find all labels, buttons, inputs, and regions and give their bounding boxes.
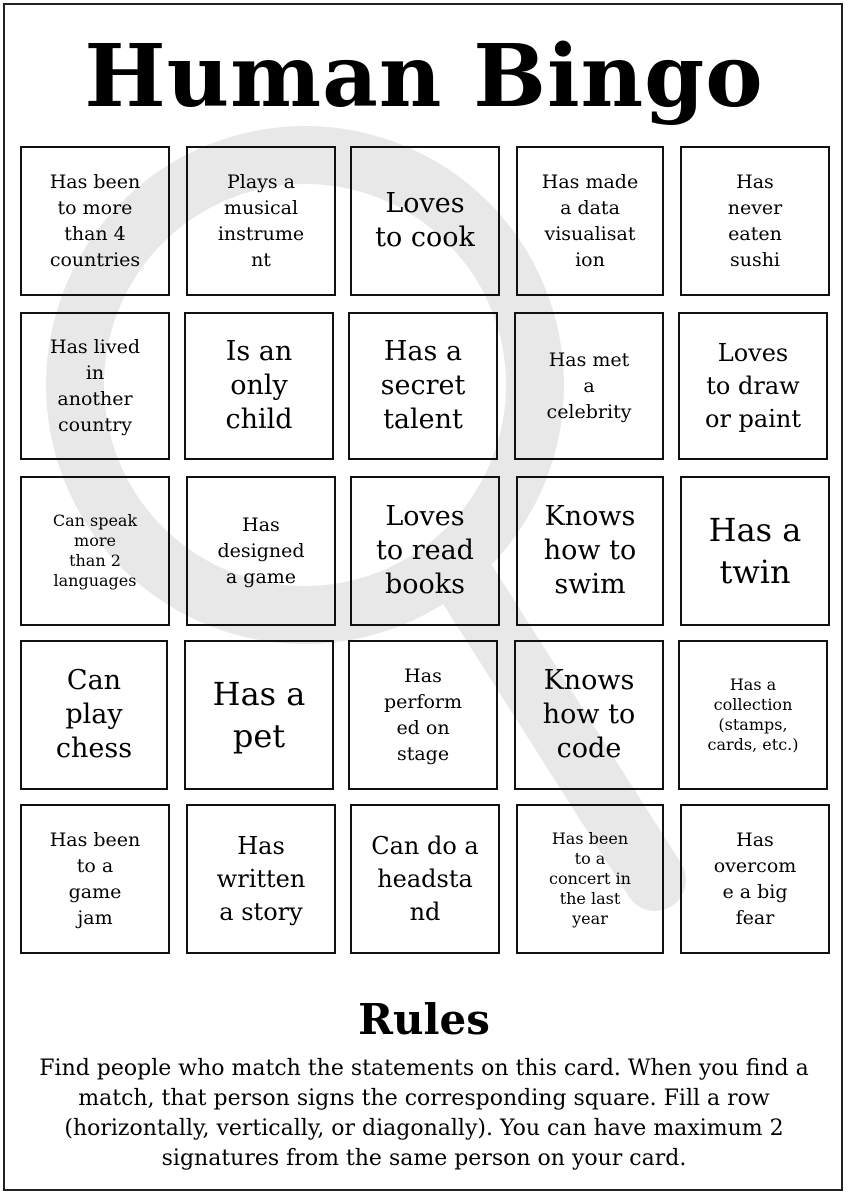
bingo-square[interactable]: Plays a musical instrume nt [186, 146, 336, 296]
bingo-square[interactable]: Has a twin [680, 476, 830, 626]
bingo-square[interactable]: Knows how to swim [516, 476, 664, 626]
bingo-square[interactable]: Has designed a game [186, 476, 336, 626]
bingo-square-label: Plays a musical instrume nt [217, 171, 305, 271]
bingo-square[interactable]: Has been to a game jam [20, 804, 170, 954]
bingo-square-label: Knows how to code [542, 665, 636, 764]
bingo-square-label: Has been to a concert in the last year [549, 829, 631, 928]
bingo-square-label: Loves to draw or paint [705, 338, 801, 433]
bingo-square-label: Can do a headsta nd [371, 831, 479, 926]
bingo-square-label: Has been to a game jam [49, 829, 141, 929]
bingo-square[interactable]: Has a pet [184, 640, 334, 790]
bingo-square[interactable]: Has written a story [186, 804, 336, 954]
bingo-square-label: Is an only child [225, 336, 293, 435]
bingo-square-label: Has a secret talent [380, 336, 466, 435]
bingo-square-label: Has perform ed on stage [383, 665, 463, 765]
bingo-square[interactable]: Has been to more than 4 countries [20, 146, 170, 296]
bingo-square[interactable]: Has made a data visualisat ion [516, 146, 664, 296]
bingo-square-label: Has a collection (stamps, cards, etc.) [707, 675, 799, 754]
bingo-square-label: Has made a data visualisat ion [541, 171, 639, 271]
bingo-square[interactable]: Has a collection (stamps, cards, etc.) [678, 640, 828, 790]
bingo-square-label: Has met a celebrity [546, 349, 632, 423]
bingo-square-label: Can speak more than 2 languages [52, 511, 138, 590]
bingo-square-label: Can play chess [55, 665, 133, 764]
bingo-square[interactable]: Has never eaten sushi [680, 146, 830, 296]
bingo-square-label: Has never eaten sushi [727, 171, 783, 271]
bingo-square[interactable]: Has met a celebrity [514, 312, 664, 460]
bingo-square-label: Knows how to swim [543, 501, 637, 600]
bingo-square-label: Has a pet [212, 675, 306, 755]
bingo-square-label: Has written a story [216, 831, 306, 926]
bingo-square-label: Has designed a game [217, 514, 305, 588]
bingo-square[interactable]: Is an only child [184, 312, 334, 460]
rules-text: Find people who match the statements on … [39, 1056, 809, 1171]
bingo-square-label: Has lived in another country [50, 336, 140, 436]
bingo-square[interactable]: Has overcom e a big fear [680, 804, 830, 954]
bingo-square[interactable]: Has perform ed on stage [348, 640, 498, 790]
bingo-square[interactable]: Can do a headsta nd [350, 804, 500, 954]
bingo-square[interactable]: Knows how to code [514, 640, 664, 790]
bingo-square-label: Loves to read books [376, 501, 474, 600]
bingo-square[interactable]: Has lived in another country [20, 312, 170, 460]
bingo-square[interactable]: Loves to cook [350, 146, 500, 296]
bingo-square[interactable]: Loves to read books [350, 476, 500, 626]
bingo-square-label: Loves to cook [375, 188, 475, 253]
bingo-square[interactable]: Has a secret talent [348, 312, 498, 460]
bingo-square-label: Has overcom e a big fear [713, 829, 797, 929]
bingo-square-label: Has been to more than 4 countries [49, 171, 141, 271]
bingo-square[interactable]: Has been to a concert in the last year [516, 804, 664, 954]
bingo-grid: Has been to more than 4 countries Plays … [0, 0, 848, 1000]
bingo-square[interactable]: Loves to draw or paint [678, 312, 828, 460]
bingo-square[interactable]: Can speak more than 2 languages [20, 476, 170, 626]
bingo-square[interactable]: Can play chess [20, 640, 168, 790]
rules-heading: Rules [358, 995, 490, 1044]
bingo-square-label: Has a twin [708, 511, 802, 591]
